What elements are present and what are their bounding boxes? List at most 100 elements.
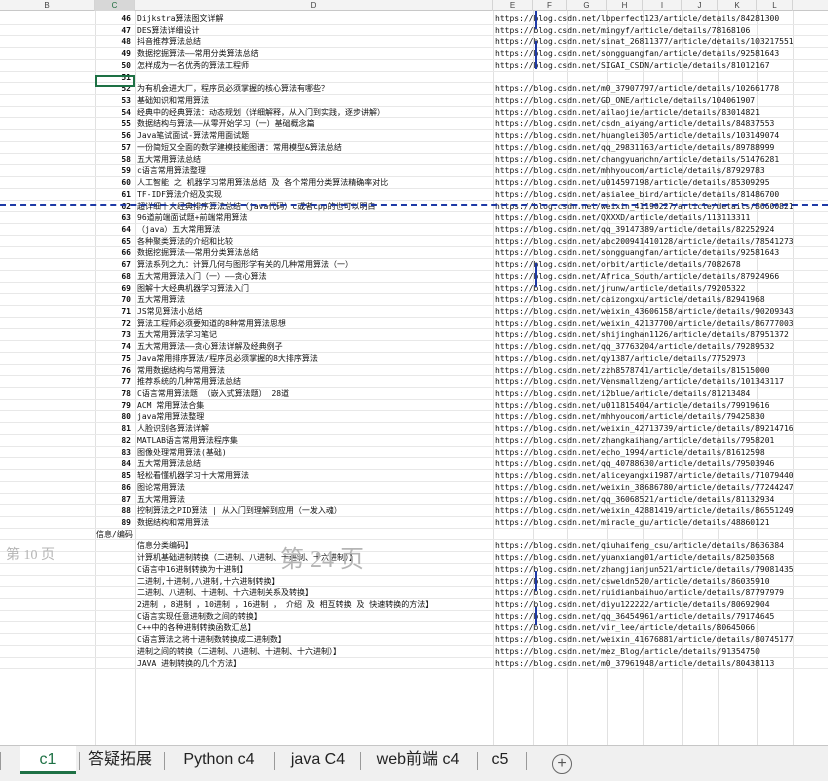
article-title-cell[interactable]: 96道前端面试题+前端常用算法 bbox=[137, 212, 492, 223]
article-url-cell[interactable]: https://blog.csdn.net/Africa_South/artic… bbox=[495, 271, 828, 282]
article-url-cell[interactable]: https://blog.csdn.net/SIGAI_CSDN/article… bbox=[495, 60, 828, 71]
column-header-g[interactable]: G bbox=[567, 0, 607, 11]
article-title-cell[interactable]: 五大常用算法学习笔记 bbox=[137, 329, 492, 340]
article-url-cell[interactable]: https://blog.csdn.net/u014597198/article… bbox=[495, 177, 828, 188]
article-title-cell[interactable]: 五大常用算法 bbox=[137, 494, 492, 505]
table-row[interactable]: 47 DES算法详细设计 https://blog.csdn.net/mingyf/… bbox=[0, 25, 828, 37]
article-url-cell[interactable]: https://blog.csdn.net/lbperfect123/artic… bbox=[495, 13, 828, 24]
table-row[interactable]: 68 五大常用算法入门（一）——贪心算法 https://blog.csdn.net… bbox=[0, 271, 828, 283]
article-title-cell[interactable]: 图论常用算法 bbox=[137, 482, 492, 493]
table-row[interactable]: 55 数据结构与算法——从零开始学习（一）基础概念篇 https://blog.cs… bbox=[0, 118, 828, 131]
article-url-cell[interactable]: https://blog.csdn.net/diyu122222/article… bbox=[495, 599, 828, 610]
article-url-cell[interactable]: https://blog.csdn.net/weixin_38686780/ar… bbox=[495, 482, 828, 493]
table-row[interactable]: 56 Java笔试面试-算法常用面试题 https://blog.csdn.net/… bbox=[0, 130, 828, 142]
table-row[interactable]: 83 图像处理常用算法(基础) https://blog.csdn.net/echo… bbox=[0, 447, 828, 459]
row-index-cell[interactable]: 73 bbox=[96, 329, 134, 340]
table-row[interactable]: 60 人工智能 之 机器学习常用算法总结 及 各个常用分类算法精确率对比 https… bbox=[0, 177, 828, 189]
article-url-cell[interactable]: https://blog.csdn.net/vir_lee/article/de… bbox=[495, 622, 828, 633]
article-title-cell[interactable]: 五大常用算法入门（一）——贪心算法 bbox=[137, 271, 492, 282]
row-index-cell[interactable]: 82 bbox=[96, 435, 134, 446]
article-url-cell[interactable]: https://blog.csdn.net/zhangkaihang/artic… bbox=[495, 435, 828, 446]
article-title-cell[interactable]: C++中的各种进制转换函数汇总】 bbox=[137, 622, 492, 633]
article-title-cell[interactable]: 推荐系统的几种常用算法总结 bbox=[137, 376, 492, 387]
article-title-cell[interactable]: JS常见算法小总结 bbox=[137, 306, 492, 317]
column-header-c[interactable]: C bbox=[95, 0, 135, 11]
article-title-cell[interactable]: 为有机会进大厂，程序员必须掌握的核心算法有哪些？ bbox=[137, 83, 492, 94]
table-row[interactable]: 77 推荐系统的几种常用算法总结 https://blog.csdn.net/Ven… bbox=[0, 376, 828, 389]
table-row[interactable]: 54 经典中的经典算法：动态规划（详细解释，从入门到实践，逐步讲解） https:/… bbox=[0, 107, 828, 119]
article-title-cell[interactable]: 图解十大经典机器学习算法入门 bbox=[137, 283, 492, 294]
article-url-cell[interactable]: https://blog.csdn.net/weixin_42713739/ar… bbox=[495, 423, 828, 434]
article-url-cell[interactable]: https://blog.csdn.net/qq_36068521/articl… bbox=[495, 494, 828, 505]
row-index-cell[interactable]: 77 bbox=[96, 376, 134, 387]
row-index-cell[interactable]: 76 bbox=[96, 365, 134, 376]
tab-python-c4[interactable]: Python c4 bbox=[168, 746, 270, 774]
table-row[interactable]: JAVA 进制转换的几个方法】 https://blog.csdn.net/m0_… bbox=[0, 658, 828, 670]
article-url-cell[interactable]: https://blog.csdn.net/sinat_26811377/art… bbox=[495, 36, 828, 47]
article-url-cell[interactable]: https://blog.csdn.net/aliceyangxi1987/ar… bbox=[495, 470, 828, 481]
table-row[interactable]: 89 数据结构和常用算法 https://blog.csdn.net/miracle… bbox=[0, 517, 828, 529]
table-row[interactable]: 63 96道前端面试题+前端常用算法 https://blog.csdn.net/Q… bbox=[0, 212, 828, 224]
tab-java-c4[interactable]: java C4 bbox=[278, 746, 358, 774]
article-url-cell[interactable]: https://blog.csdn.net/weixin_42137700/ar… bbox=[495, 318, 828, 329]
article-title-cell[interactable]: DES算法详细设计 bbox=[137, 25, 492, 36]
table-row[interactable]: 2进制 ，8进制 ，10进制 ，16进制 ， 介绍 及 相互转换 及 快速转换的… bbox=[0, 599, 828, 611]
article-title-cell[interactable]: 算法系列之九：计算几何与图形学有关的几种常用算法（一） bbox=[137, 259, 492, 270]
article-title-cell[interactable]: 常用数据结构与常用算法 bbox=[137, 365, 492, 376]
article-title-cell[interactable]: 数据挖掘算法——常用分类算法总结 bbox=[137, 48, 492, 59]
row-index-cell[interactable]: 62 bbox=[96, 201, 134, 212]
table-row[interactable]: 72 算法工程师必须要知道的8种常用算法思想 https://blog.csdn.n… bbox=[0, 318, 828, 330]
table-row[interactable]: 46 Dijkstra算法图文详解 https://blog.csdn.net/lb… bbox=[0, 13, 828, 25]
row-index-cell[interactable]: 67 bbox=[96, 259, 134, 270]
row-index-cell[interactable]: 87 bbox=[96, 494, 134, 505]
article-title-cell[interactable]: 数据结构和常用算法 bbox=[137, 517, 492, 528]
article-url-cell[interactable]: https://blog.csdn.net/mhhyoucom/article/… bbox=[495, 165, 828, 176]
article-url-cell[interactable]: https://blog.csdn.net/m0_37907797/articl… bbox=[495, 83, 828, 94]
tab-c1[interactable]: c1 bbox=[20, 746, 76, 774]
table-row[interactable]: 85 轻松看懂机器学习十大常用算法 https://blog.csdn.net/al… bbox=[0, 470, 828, 482]
article-title-cell[interactable]: java常用算法整理 bbox=[137, 411, 492, 422]
article-title-cell[interactable]: 怎样成为一名优秀的算法工程师 bbox=[137, 60, 492, 71]
article-url-cell[interactable]: https://blog.csdn.net/mez_Blog/article/d… bbox=[495, 646, 828, 657]
article-url-cell[interactable]: https://blog.csdn.net/orbit/article/deta… bbox=[495, 259, 828, 270]
row-index-cell[interactable]: 56 bbox=[96, 130, 134, 141]
table-row[interactable]: 69 图解十大经典机器学习算法入门 https://blog.csdn.net/jr… bbox=[0, 283, 828, 295]
table-row[interactable]: 78 C语言常用算法题 （嵌入式算法题） 28道 https://blog.csdn… bbox=[0, 388, 828, 400]
column-header-h[interactable]: H bbox=[607, 0, 643, 11]
article-url-cell[interactable]: https://blog.csdn.net/qy1387/article/det… bbox=[495, 353, 828, 364]
article-title-cell[interactable]: 五大常用算法 bbox=[137, 294, 492, 305]
article-title-cell[interactable]: 图像处理常用算法(基础) bbox=[137, 447, 492, 458]
row-index-cell[interactable]: 61 bbox=[96, 189, 134, 200]
article-url-cell[interactable]: https://blog.csdn.net/changyuanchn/artic… bbox=[495, 154, 828, 165]
article-title-cell[interactable]: Dijkstra算法图文详解 bbox=[137, 13, 492, 24]
article-title-cell[interactable]: 进制之间的转换（二进制、八进制、十进制、十六进制）】 bbox=[137, 646, 492, 657]
table-row[interactable]: 82 MATLAB语言常用算法程序集 https://blog.csdn.net/z… bbox=[0, 435, 828, 447]
article-url-cell[interactable]: https://blog.csdn.net/GD_ONE/article/det… bbox=[495, 95, 828, 106]
article-title-cell[interactable]: 轻松看懂机器学习十大常用算法 bbox=[137, 470, 492, 481]
table-row[interactable]: C语言实现任意进制数之间的转换】 https://blog.csdn.net/qq… bbox=[0, 611, 828, 623]
table-row[interactable]: 80 java常用算法整理 https://blog.csdn.net/mhhyou… bbox=[0, 411, 828, 424]
column-header-e[interactable]: E bbox=[493, 0, 533, 11]
article-title-cell[interactable]: ACM 常用算法合集 bbox=[137, 400, 492, 411]
article-url-cell[interactable]: https://blog.csdn.net/qiuhaifeng_csu/art… bbox=[495, 540, 828, 551]
table-row[interactable]: 二进制、八进制、十进制、十六进制关系及转换】 https://blog.csdn.… bbox=[0, 587, 828, 599]
row-index-cell[interactable]: 72 bbox=[96, 318, 134, 329]
article-title-cell[interactable]: 数据结构与算法——从零开始学习（一）基础概念篇 bbox=[137, 118, 492, 129]
article-title-cell[interactable]: C语言算法之将十进制数转换成二进制数】 bbox=[137, 634, 492, 645]
row-index-cell[interactable]: 49 bbox=[96, 48, 134, 59]
table-row[interactable]: 75 Java常用排序算法/程序员必须掌握的8大排序算法 https://blog.… bbox=[0, 353, 828, 365]
table-row[interactable]: 88 控制算法之PID算法 | 从入门到理解到应用（一发入魂） https://bl… bbox=[0, 505, 828, 517]
row-index-cell[interactable]: 66 bbox=[96, 247, 134, 258]
article-title-cell[interactable]: MATLAB语言常用算法程序集 bbox=[137, 435, 492, 446]
article-title-cell[interactable]: 经典中的经典算法：动态规划（详细解释，从入门到实践，逐步讲解） bbox=[137, 107, 492, 118]
article-url-cell[interactable]: https://blog.csdn.net/csweldn520/article… bbox=[495, 576, 828, 587]
column-header-l[interactable]: L bbox=[757, 0, 793, 11]
column-header-f[interactable]: F bbox=[533, 0, 567, 11]
article-title-cell[interactable]: 五大常用算法——贪心算法详解及经典例子 bbox=[137, 341, 492, 352]
add-sheet-icon[interactable]: + bbox=[552, 754, 572, 774]
article-title-cell[interactable]: 算法工程师必须要知道的8种常用算法思想 bbox=[137, 318, 492, 329]
article-url-cell[interactable]: https://blog.csdn.net/Vensmallzeng/artic… bbox=[495, 376, 828, 387]
row-index-cell[interactable]: 47 bbox=[96, 25, 134, 36]
article-title-cell[interactable]: JAVA 进制转换的几个方法】 bbox=[137, 658, 492, 669]
article-title-cell[interactable]: 五大常用算法总结 bbox=[137, 154, 492, 165]
